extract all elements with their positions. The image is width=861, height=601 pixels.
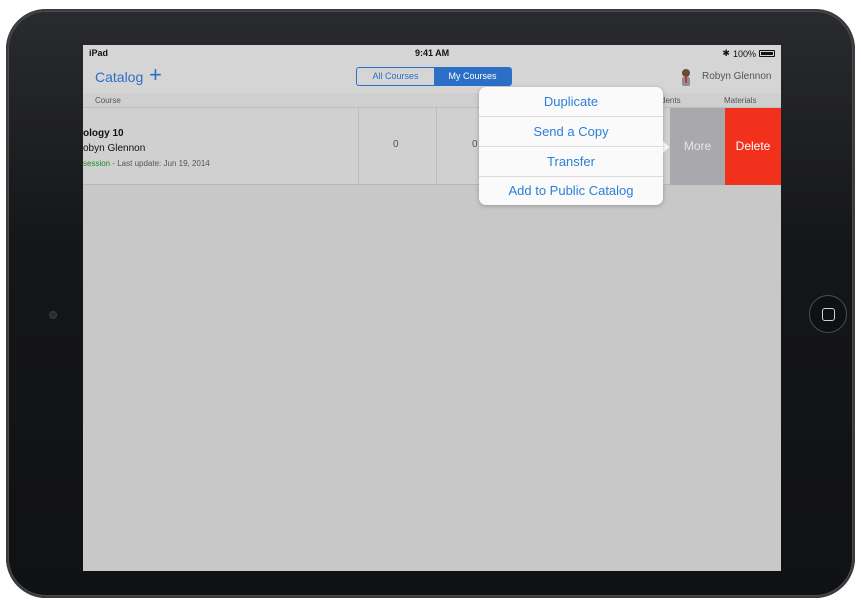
dim-overlay — [83, 45, 781, 571]
home-button[interactable] — [809, 295, 847, 333]
ipad-screen: iPad 9:41 AM ✱ 100% Catalog + All Course… — [83, 45, 781, 571]
home-button-square-icon — [822, 308, 835, 321]
front-camera — [49, 311, 57, 319]
